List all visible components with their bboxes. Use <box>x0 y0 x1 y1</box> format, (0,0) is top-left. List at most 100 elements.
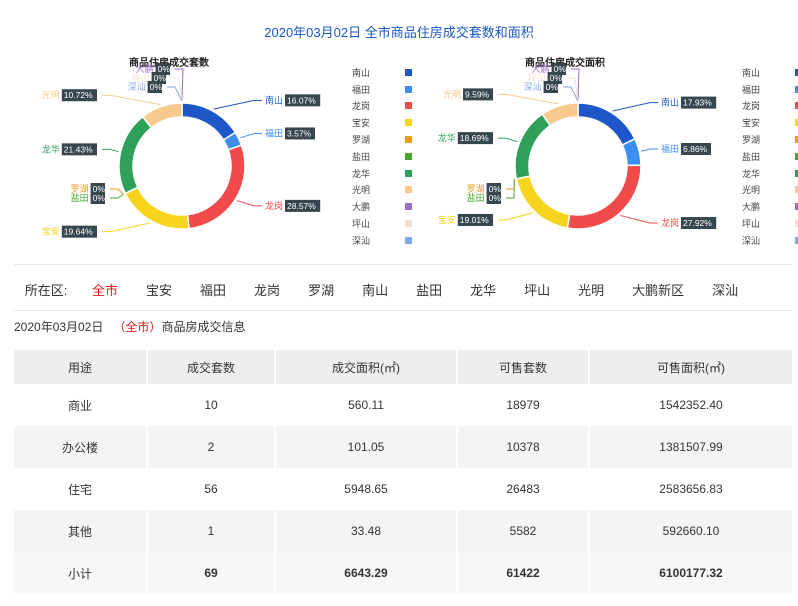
slice-value: 16.07% <box>287 95 316 105</box>
table-row: 其他 1 33.48 5582 592660.10 <box>14 510 794 552</box>
donut-slice[interactable] <box>577 102 636 146</box>
legend-swatch <box>405 186 412 194</box>
legend-item[interactable]: 光明 <box>742 182 798 199</box>
legend-item[interactable]: 盐田 <box>742 148 798 165</box>
donut-slice[interactable] <box>118 115 153 195</box>
legend-item[interactable]: 南山 <box>742 64 798 81</box>
slice-label: 福田 6.86% <box>661 142 711 155</box>
legend-item[interactable]: 南山 <box>352 64 412 81</box>
slice-label-name: 福田 <box>265 127 283 138</box>
slice-label: 深汕 0% <box>524 81 559 93</box>
district-option[interactable]: 南山 <box>348 280 402 299</box>
district-option[interactable]: 盐田 <box>402 280 456 299</box>
table-cell: 5948.65 <box>276 468 458 510</box>
label-leader-line <box>641 148 658 152</box>
legend-swatch <box>405 85 412 93</box>
slice-value: 27.92% <box>683 218 712 228</box>
label-leader-line <box>498 137 518 143</box>
table-cell: 1 <box>148 510 276 552</box>
district-option[interactable]: 龙华 <box>456 280 510 299</box>
district-option[interactable]: 深汕 <box>698 280 752 299</box>
district-option[interactable]: 全市 <box>78 280 132 299</box>
slice-label-name: 福田 <box>661 143 679 154</box>
district-option[interactable]: 大鹏新区 <box>618 280 698 299</box>
donut-slice[interactable] <box>141 102 183 129</box>
district-option[interactable]: 光明 <box>564 280 618 299</box>
legend-item[interactable]: 龙华 <box>352 165 412 182</box>
legend-item[interactable]: 坪山 <box>352 215 412 232</box>
slice-value: 3.57% <box>287 128 312 138</box>
slice-label-name: 龙岗 <box>265 200 283 211</box>
slice-value: 18.69% <box>460 133 489 143</box>
table-header: 用途 <box>14 350 148 384</box>
donut-slice[interactable] <box>541 102 579 127</box>
legend-swatch <box>405 102 412 110</box>
legend-item[interactable]: 光明 <box>352 182 412 199</box>
legend-label: 龙岗 <box>352 101 371 112</box>
table-cell: 61422 <box>458 552 590 594</box>
legend-label: 坪山 <box>352 219 371 230</box>
legend-item[interactable]: 大鹏 <box>352 198 412 215</box>
table-row: 住宅 56 5948.65 26483 2583656.83 <box>14 468 794 510</box>
legend-label: 福田 <box>742 84 761 95</box>
legend-item[interactable]: 罗湖 <box>742 131 798 148</box>
donut-slice[interactable] <box>514 113 552 180</box>
legend-swatch <box>405 236 412 244</box>
legend-item[interactable]: 福田 <box>352 81 412 98</box>
legend-swatch <box>405 169 412 177</box>
legend-item[interactable]: 龙华 <box>742 165 798 182</box>
legend-item[interactable]: 罗湖 <box>352 131 412 148</box>
district-option[interactable]: 罗湖 <box>294 280 348 299</box>
legend-label: 盐田 <box>352 151 371 162</box>
table-cell: 其他 <box>14 510 148 552</box>
district-option[interactable]: 宝安 <box>132 280 186 299</box>
slice-value: 28.57% <box>287 201 316 211</box>
legend-item[interactable]: 大鹏 <box>742 198 798 215</box>
label-leader-line <box>102 222 151 233</box>
legend-item[interactable]: 龙岗 <box>352 98 412 115</box>
legend-item[interactable]: 龙岗 <box>742 98 798 115</box>
slice-label: 深汕 0% <box>128 81 162 93</box>
legend-swatch <box>405 68 412 76</box>
label-leader-line <box>236 200 262 207</box>
info-district: （全市） <box>113 320 162 334</box>
district-option[interactable]: 坪山 <box>510 280 564 299</box>
divider <box>14 310 792 311</box>
slice-label-name: 深汕 <box>524 82 542 92</box>
donut-slice[interactable] <box>621 137 642 167</box>
info-heading: 2020年03月02日 （全市）商品房成交信息 <box>14 318 245 335</box>
donut-slice[interactable] <box>515 175 571 229</box>
legend-item[interactable]: 深汕 <box>742 232 798 249</box>
legend-label: 光明 <box>352 185 371 196</box>
slice-label: 光明 10.72% <box>42 89 97 102</box>
slice-value: 0% <box>546 82 559 92</box>
district-option[interactable]: 福田 <box>186 280 240 299</box>
legend-item[interactable]: 深汕 <box>352 232 412 249</box>
legend-item[interactable]: 福田 <box>742 81 798 98</box>
label-leader-line <box>498 212 533 221</box>
legend-item[interactable]: 坪山 <box>742 215 798 232</box>
slice-label-name: 宝安 <box>42 226 60 237</box>
table-cell: 1542352.40 <box>590 384 794 426</box>
district-filter: 所在区: 全市 宝安 福田 龙岗 罗湖 南山 盐田 龙华 坪山 光明 大鹏新区 深汕 <box>14 272 792 306</box>
table-header: 可售面积(㎡) <box>590 350 794 384</box>
donut-slice[interactable] <box>186 144 246 230</box>
donut-chart: 南山 16.07% 福田 3.57% 龙岗 28.57% 宝安 19.64% 龙华 21.43% 光… <box>42 63 321 238</box>
table-cell: 小计 <box>14 552 148 594</box>
slice-label-name: 盐田 <box>467 192 485 203</box>
legend-swatch <box>405 136 412 144</box>
table-cell: 6643.29 <box>276 552 458 594</box>
table-cell: 101.05 <box>276 426 458 468</box>
donut-slice[interactable] <box>181 102 237 141</box>
legend-item[interactable]: 宝安 <box>742 114 798 131</box>
donut-slice[interactable] <box>124 186 190 230</box>
district-option[interactable]: 龙岗 <box>240 280 294 299</box>
donut-slice[interactable] <box>566 164 642 230</box>
legend-label: 龙华 <box>352 168 371 179</box>
legend-item[interactable]: 宝安 <box>352 114 412 131</box>
info-date: 2020年03月02日 <box>14 320 104 334</box>
chart-legend: 南山福田龙岗 宝安 罗湖 盐田 龙华 光明 大鹏 坪山 深汕 <box>742 64 798 249</box>
legend-swatch <box>405 119 412 127</box>
slice-value: 17.93% <box>683 98 712 108</box>
legend-item[interactable]: 盐田 <box>352 148 412 165</box>
